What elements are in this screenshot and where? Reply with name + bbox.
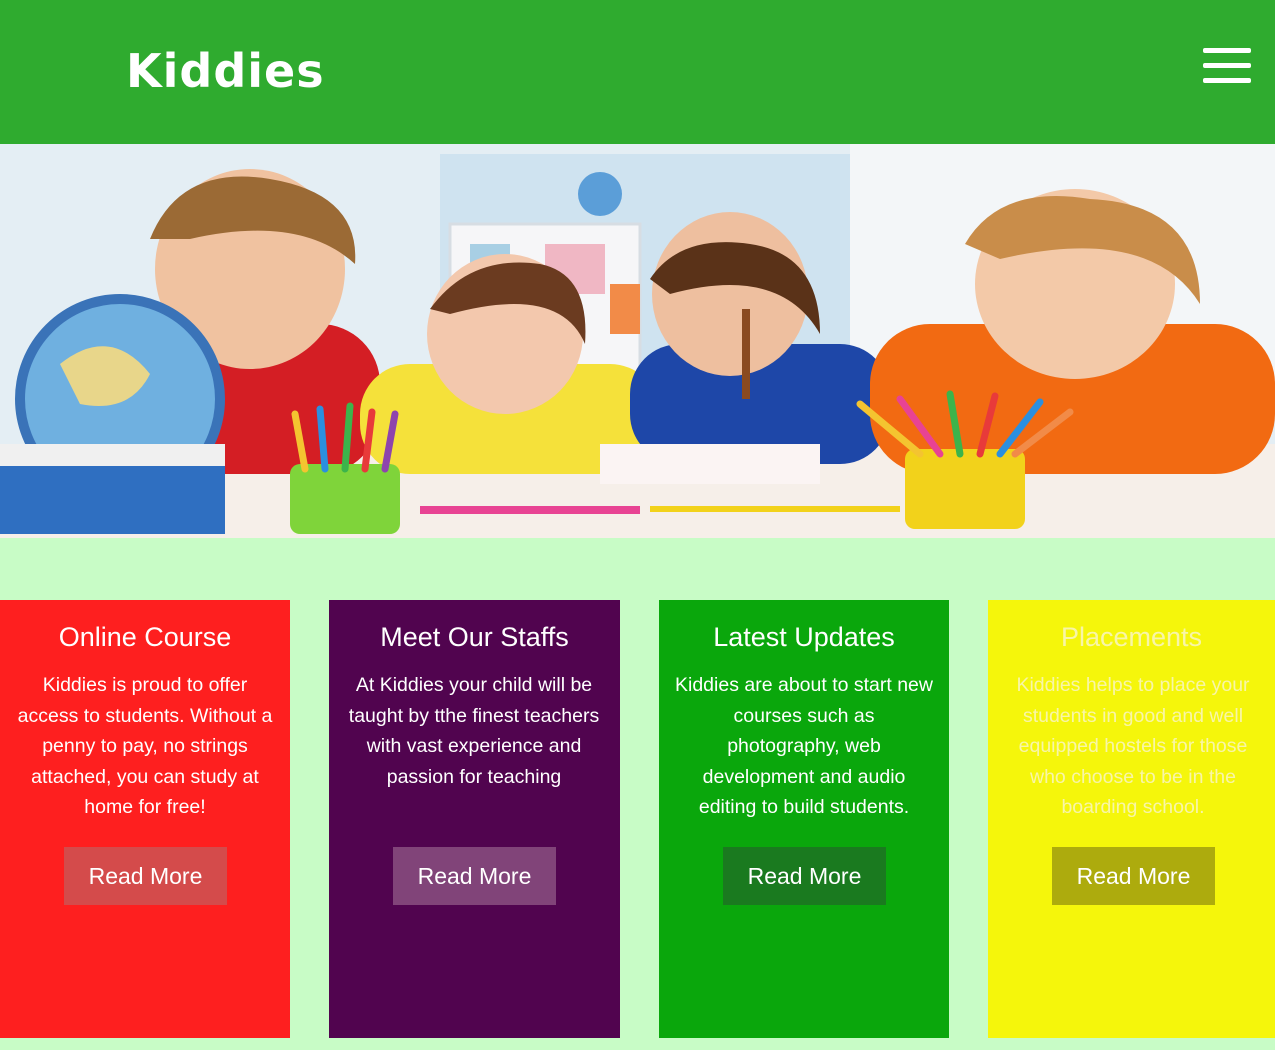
- read-more-button[interactable]: Read More: [393, 847, 556, 905]
- card-text: Kiddies is proud to offer access to stud…: [17, 674, 273, 818]
- card-title: Placements: [1060, 622, 1203, 652]
- card-text: Kiddies helps to place your students in …: [1016, 674, 1250, 818]
- menu-bar: [1203, 63, 1251, 68]
- card-online-course: Online Course Kiddies is proud to offer …: [0, 600, 290, 1038]
- card-title: Latest Updates: [713, 622, 895, 652]
- site-header: Kiddies: [0, 0, 1275, 144]
- menu-bar: [1203, 78, 1251, 83]
- card-title: Meet Our Staffs: [380, 622, 569, 652]
- children-classroom-photo: [0, 144, 1275, 538]
- hero-image: [0, 144, 1275, 538]
- menu-bar: [1203, 48, 1251, 53]
- card-text: Kiddies are about to start new courses s…: [675, 674, 933, 818]
- site-logo[interactable]: Kiddies: [126, 44, 325, 98]
- card-latest-updates: Latest Updates Kiddies are about to star…: [659, 600, 949, 1038]
- card-placements: Placements Kiddies helps to place your s…: [988, 600, 1275, 1038]
- card-text: At Kiddies your child will be taught by …: [348, 674, 600, 788]
- read-more-button[interactable]: Read More: [64, 847, 227, 905]
- card-title: Online Course: [58, 622, 232, 652]
- read-more-button[interactable]: Read More: [723, 847, 886, 905]
- hamburger-menu-icon[interactable]: [1200, 46, 1254, 86]
- read-more-button[interactable]: Read More: [1052, 847, 1215, 905]
- card-meet-our-staffs: Meet Our Staffs At Kiddies your child wi…: [329, 600, 620, 1038]
